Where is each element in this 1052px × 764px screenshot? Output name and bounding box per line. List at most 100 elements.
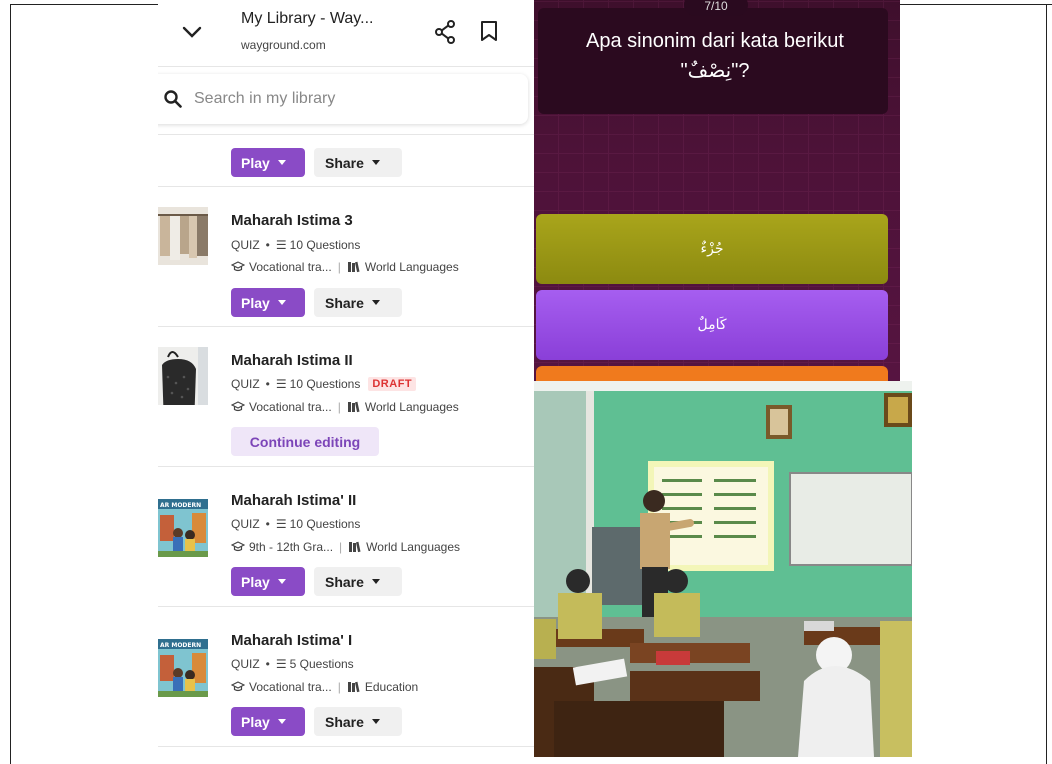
quiz-classification: 9th - 12th Gra... | World Languages [231,540,460,554]
share-button-label: Share [325,573,364,590]
play-button-label: Play [241,573,270,590]
graduation-cap-icon [231,541,245,552]
play-button[interactable]: Play [231,567,305,596]
quiz-meta: QUIZ • ☰ 5 Questions [231,657,354,671]
pipe-separator: | [337,260,341,274]
quiz-meta: QUIZ • ☰ 10 Questions [231,517,360,531]
search-input[interactable] [194,86,494,112]
quiz-type: QUIZ [231,238,260,252]
quiz-thumbnail[interactable] [158,347,208,405]
subject: World Languages [364,260,459,274]
classroom-photo [534,381,912,757]
list-icon: ☰ [275,657,287,671]
question-counter: 7/10 [684,0,748,16]
pipe-separator: | [337,680,341,694]
play-caret-icon [277,579,286,584]
share-button[interactable]: Share [314,567,402,596]
answer-option-1[interactable]: جُزْءٌ [536,214,888,284]
share-button-label: Share [325,294,364,311]
play-button[interactable]: Play [231,148,305,177]
list-icon: ☰ [275,517,287,531]
play-button-label: Play [241,294,270,311]
play-button[interactable]: Play [231,707,305,736]
quiz-title[interactable]: Maharah Istima' II [231,492,356,509]
share-button[interactable]: Share [314,148,402,177]
share-button[interactable]: Share [314,288,402,317]
page-title: My Library - Way... [241,10,374,27]
books-icon [349,541,361,553]
grade-level: Vocational tra... [249,680,332,694]
quiz-classification: Vocational tra... | World Languages [231,400,459,414]
share-button-label: Share [325,713,364,730]
search-divider [158,134,534,135]
subject: World Languages [364,400,459,414]
continue-editing-button[interactable]: Continue editing [231,427,379,456]
dot-separator: • [265,657,270,671]
row-divider [158,186,534,187]
question-card: Apa sinonim dari kata berikut "نِصْفٌ"? [538,8,888,114]
question-count: 10 Questions [289,238,361,252]
clothes-rack-thumbnail [158,207,208,265]
subject: World Languages [366,540,461,554]
quiz-thumbnail[interactable]: AR MODERN [158,639,208,697]
thumbnail-label: AR MODERN [160,642,201,649]
list-icon: ☰ [275,377,287,391]
search-bar[interactable] [158,74,528,124]
pipe-separator: | [339,540,343,554]
share-button-label: Share [325,154,364,171]
answer-option-3[interactable] [536,366,888,381]
question-text: Apa sinonim dari kata berikut "نِصْفٌ"? [586,30,844,82]
share-icon[interactable] [434,20,456,44]
books-icon [347,261,360,273]
quiz-classification: Vocational tra... | World Languages [231,260,459,274]
play-caret-icon [277,160,286,165]
play-button[interactable]: Play [231,288,305,317]
frame-left-line [10,4,11,764]
subject: Education [364,680,419,694]
quiz-meta: QUIZ • ☰ 10 Questions DRAFT [231,377,417,391]
draft-badge: DRAFT [368,377,417,391]
quiz-type: QUIZ [231,517,260,531]
browser-top-bar: My Library - Way... wayground.com [158,0,534,66]
share-caret-icon [371,579,380,584]
bag-thumbnail [158,347,208,405]
library-screen: My Library - Way... wayground.com Play S… [158,0,534,764]
graduation-cap-icon [231,401,245,412]
row-divider [158,326,534,327]
quiz-title[interactable]: Maharah Istima' I [231,632,352,649]
row-divider [158,466,534,467]
pipe-separator: | [337,400,341,414]
quiz-meta: QUIZ • ☰ 10 Questions [231,238,360,252]
quiz-title[interactable]: Maharah Istima II [231,352,353,369]
dot-separator: • [265,377,270,391]
search-icon [164,90,182,108]
quiz-title[interactable]: Maharah Istima 3 [231,212,353,229]
question-count: 10 Questions [289,517,361,531]
play-button-label: Play [241,154,270,171]
quiz-type: QUIZ [231,657,260,671]
quiz-thumbnail[interactable]: AR MODERN [158,499,208,557]
graduation-cap-icon [231,681,245,692]
dot-separator: • [265,517,270,531]
modern-cartoon-thumbnail: AR MODERN [158,639,208,697]
bookmark-icon[interactable] [480,20,498,42]
quiz-thumbnail[interactable] [158,207,208,265]
share-button[interactable]: Share [314,707,402,736]
thumbnail-label: AR MODERN [160,502,201,509]
share-caret-icon [371,160,380,165]
list-icon: ☰ [275,238,287,252]
frame-right-line [1046,4,1047,764]
share-caret-icon [371,300,380,305]
row-divider [158,746,534,747]
chevron-down-icon[interactable] [180,22,204,42]
books-icon [347,681,360,693]
graduation-cap-icon [231,261,245,272]
grade-level: Vocational tra... [249,260,332,274]
row-divider [158,606,534,607]
quiz-screen: Apa sinonim dari kata berikut "نِصْفٌ"? … [534,0,900,381]
question-count: 10 Questions [289,377,361,391]
modern-cartoon-thumbnail: AR MODERN [158,499,208,557]
classroom-photo-illustration [534,381,912,757]
play-caret-icon [277,719,286,724]
answer-option-2[interactable]: كَامِلٌ [536,290,888,360]
